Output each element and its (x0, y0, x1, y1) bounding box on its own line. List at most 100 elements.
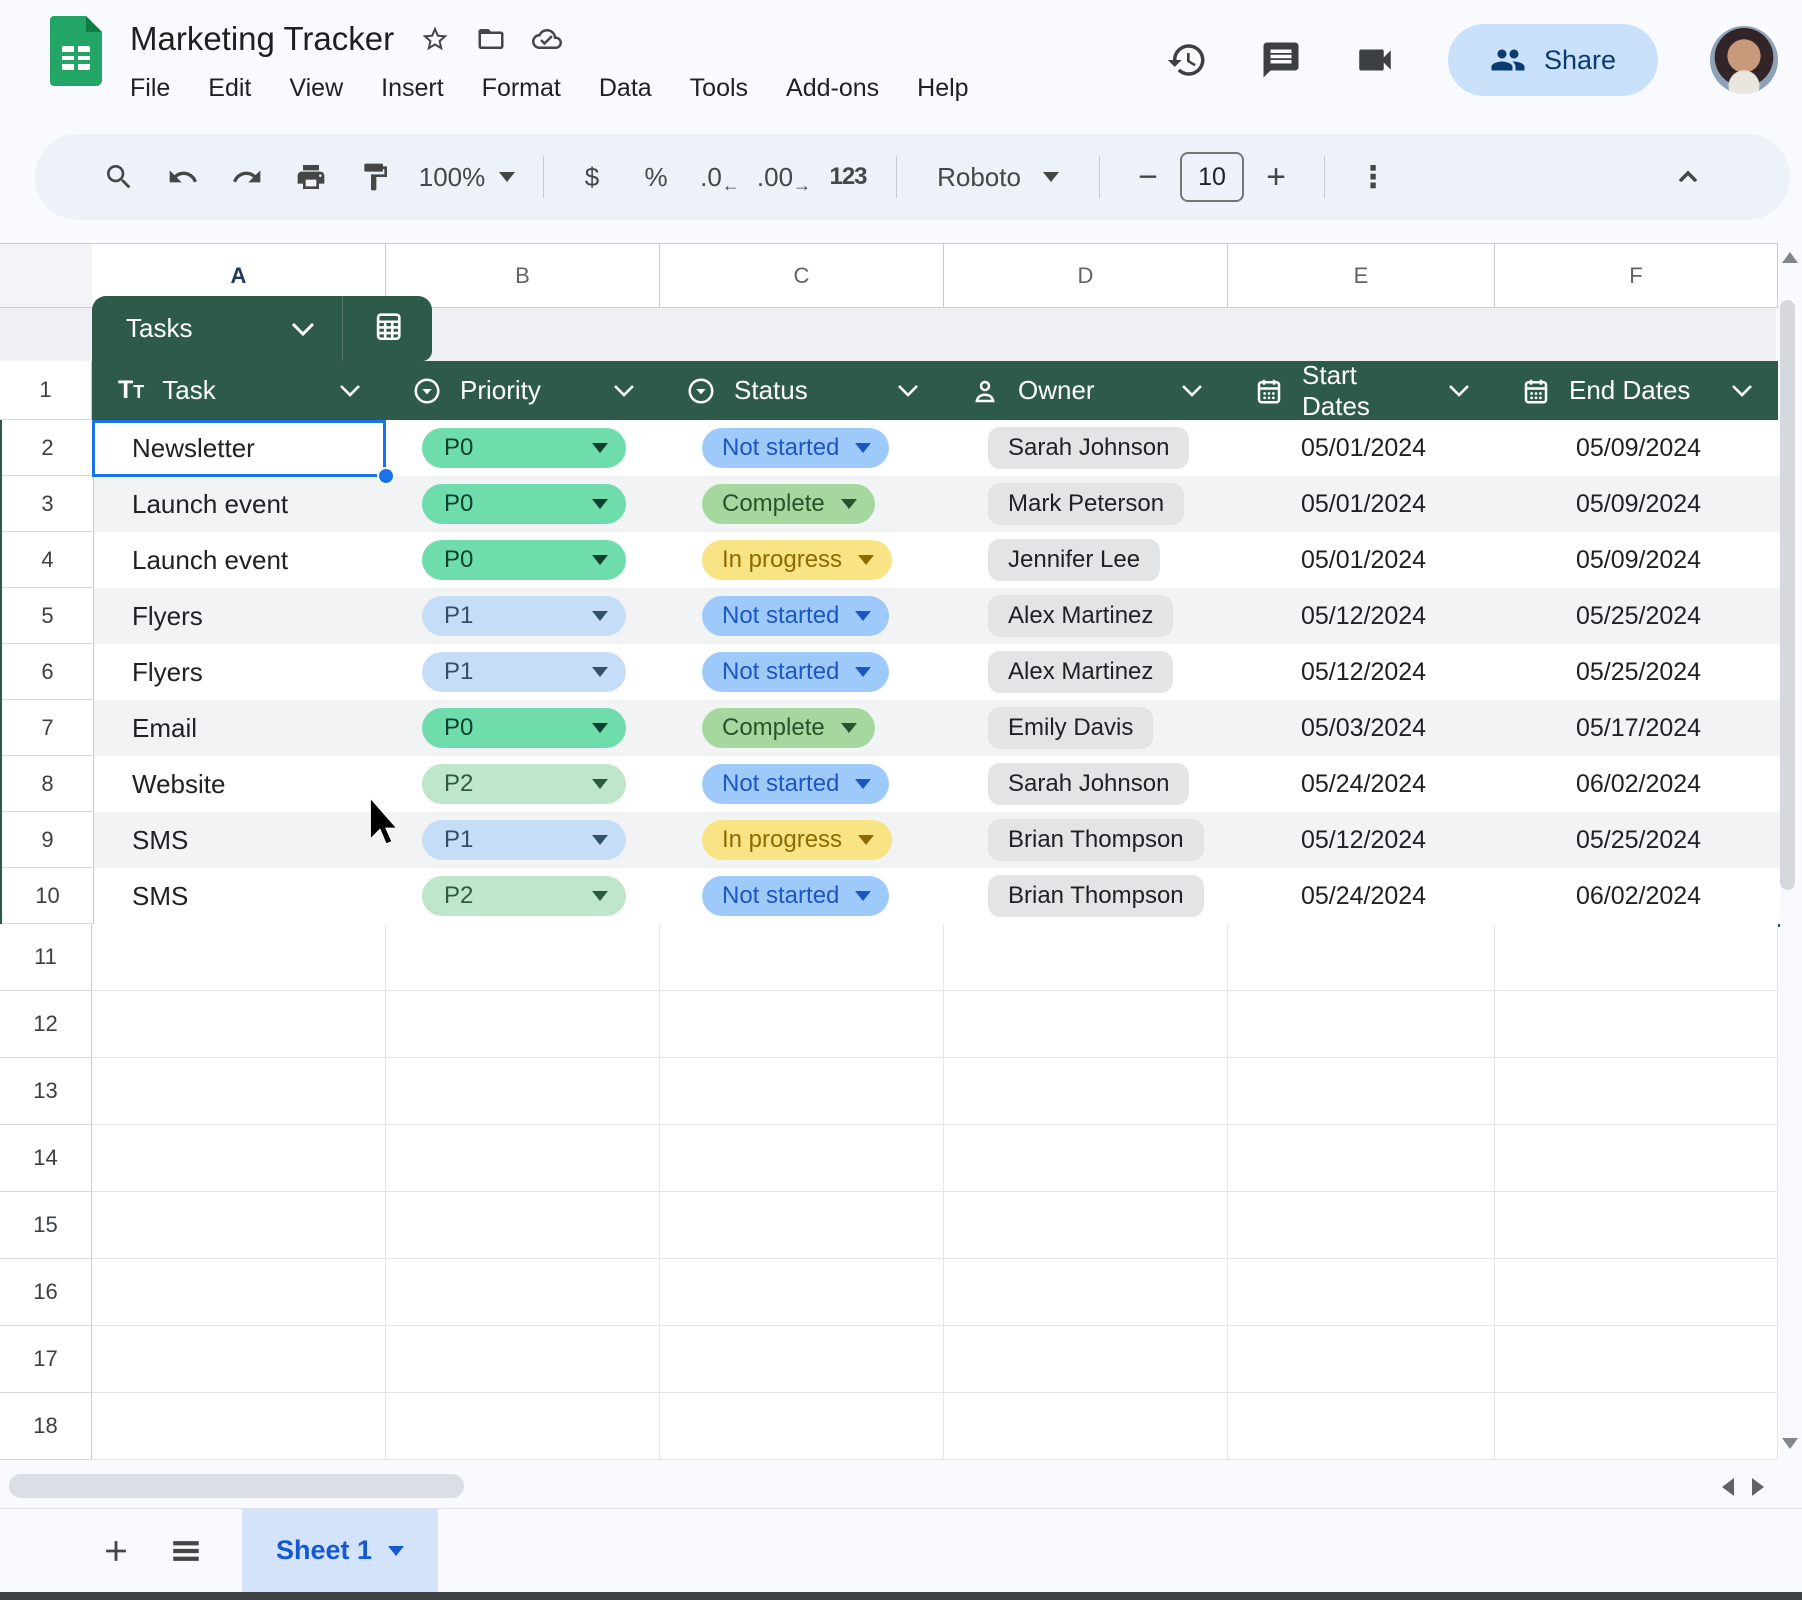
cell-task[interactable]: Website (94, 756, 388, 812)
row-header-15[interactable]: 15 (0, 1192, 92, 1259)
priority-dropdown[interactable]: P1 (422, 652, 626, 692)
empty-cell[interactable] (660, 1393, 944, 1460)
owner-chip[interactable]: Jennifer Lee (946, 532, 1230, 588)
empty-cell[interactable] (92, 1058, 386, 1125)
empty-cell[interactable] (386, 1125, 660, 1192)
empty-cell[interactable] (660, 1192, 944, 1259)
priority-chip[interactable]: P2 (388, 868, 662, 924)
cell-end-date[interactable]: 05/25/2024 (1497, 812, 1780, 868)
row-header-12[interactable]: 12 (0, 991, 92, 1058)
empty-cell[interactable] (92, 991, 386, 1058)
video-call-icon[interactable] (1354, 39, 1396, 81)
priority-chip[interactable]: P1 (388, 812, 662, 868)
row-header-17[interactable]: 17 (0, 1326, 92, 1393)
cell-end-date[interactable]: 05/17/2024 (1497, 700, 1780, 756)
empty-cell[interactable] (944, 1326, 1228, 1393)
empty-cell[interactable] (386, 1192, 660, 1259)
scroll-left-arrow[interactable] (1722, 1478, 1734, 1496)
empty-cell[interactable] (660, 1058, 944, 1125)
empty-cell[interactable] (660, 1259, 944, 1326)
add-sheet-icon[interactable] (92, 1527, 140, 1575)
empty-cell[interactable] (92, 1393, 386, 1460)
row-header-2[interactable]: 2 (2, 420, 94, 476)
row-header-4[interactable]: 4 (2, 532, 94, 588)
cell-start-date[interactable]: 05/01/2024 (1230, 476, 1497, 532)
cell-end-date[interactable]: 05/09/2024 (1497, 476, 1780, 532)
zoom-control[interactable]: 100% (407, 147, 527, 207)
comment-icon[interactable] (1260, 39, 1302, 81)
empty-cell[interactable] (386, 1058, 660, 1125)
search-icon[interactable] (87, 147, 151, 207)
status-dropdown[interactable]: Complete (702, 484, 875, 524)
font-size-field[interactable]: 10 (1180, 152, 1244, 202)
paint-format-icon[interactable] (343, 147, 407, 207)
row-header-18[interactable]: 18 (0, 1393, 92, 1460)
priority-dropdown[interactable]: P2 (422, 764, 626, 804)
status-dropdown[interactable]: In progress (702, 820, 892, 860)
column-header-E[interactable]: E (1228, 243, 1495, 308)
cell-start-date[interactable]: 05/12/2024 (1230, 644, 1497, 700)
sheets-logo-icon[interactable] (50, 16, 102, 86)
priority-dropdown[interactable]: P0 (422, 484, 626, 524)
priority-chip[interactable]: P0 (388, 700, 662, 756)
empty-cell[interactable] (944, 924, 1228, 991)
status-dropdown[interactable]: Not started (702, 596, 889, 636)
number-format-button[interactable]: 123 (816, 147, 880, 207)
decrease-font-size-button[interactable]: − (1116, 147, 1180, 207)
table-view-button[interactable] (342, 296, 432, 361)
empty-cell[interactable] (1228, 1393, 1495, 1460)
priority-dropdown[interactable]: P0 (422, 708, 626, 748)
empty-cell[interactable] (92, 1192, 386, 1259)
column-header-D[interactable]: D (944, 243, 1228, 308)
cell-end-date[interactable]: 05/25/2024 (1497, 644, 1780, 700)
table-header-priority[interactable]: Priority (386, 361, 660, 420)
cell-task[interactable]: Email (94, 700, 388, 756)
status-chip[interactable]: Not started (662, 588, 946, 644)
cell-end-date[interactable]: 06/02/2024 (1497, 868, 1780, 924)
row-header-11[interactable]: 11 (0, 924, 92, 991)
status-dropdown[interactable]: Complete (702, 708, 875, 748)
status-dropdown[interactable]: Not started (702, 652, 889, 692)
empty-cell[interactable] (1228, 1058, 1495, 1125)
empty-cell[interactable] (1228, 1326, 1495, 1393)
cell-task[interactable]: Flyers (94, 644, 388, 700)
empty-cell[interactable] (1228, 1125, 1495, 1192)
menu-insert[interactable]: Insert (381, 74, 444, 103)
empty-cell[interactable] (944, 1393, 1228, 1460)
print-icon[interactable] (279, 147, 343, 207)
empty-cell[interactable] (944, 1192, 1228, 1259)
cell-end-date[interactable]: 05/09/2024 (1497, 532, 1780, 588)
priority-chip[interactable]: P0 (388, 420, 662, 476)
owner-chip[interactable]: Brian Thompson (946, 868, 1230, 924)
table-header-owner[interactable]: Owner (944, 361, 1228, 420)
row-header-13[interactable]: 13 (0, 1058, 92, 1125)
empty-cell[interactable] (944, 1259, 1228, 1326)
user-avatar[interactable] (1710, 26, 1778, 94)
empty-cell[interactable] (944, 1058, 1228, 1125)
share-button[interactable]: Share (1448, 24, 1658, 96)
status-chip[interactable]: Not started (662, 868, 946, 924)
increase-font-size-button[interactable]: + (1244, 147, 1308, 207)
status-chip[interactable]: In progress (662, 532, 946, 588)
menu-view[interactable]: View (289, 74, 343, 103)
status-dropdown[interactable]: In progress (702, 540, 892, 580)
all-sheets-icon[interactable] (162, 1527, 210, 1575)
empty-cell[interactable] (1495, 991, 1778, 1058)
owner-chip[interactable]: Alex Martinez (946, 588, 1230, 644)
status-chip[interactable]: Not started (662, 420, 946, 476)
status-dropdown[interactable]: Not started (702, 876, 889, 916)
status-chip[interactable]: Complete (662, 700, 946, 756)
status-chip[interactable]: Complete (662, 476, 946, 532)
row-header-7[interactable]: 7 (2, 700, 94, 756)
cell-task[interactable]: Launch event (94, 476, 388, 532)
status-dropdown[interactable]: Not started (702, 428, 889, 468)
cell-end-date[interactable]: 06/02/2024 (1497, 756, 1780, 812)
percent-format-button[interactable]: % (624, 147, 688, 207)
row-header-1[interactable]: 1 (0, 361, 92, 420)
status-chip[interactable]: Not started (662, 644, 946, 700)
cell-task[interactable]: Flyers (94, 588, 388, 644)
scroll-down-arrow[interactable] (1782, 1438, 1798, 1449)
owner-chip[interactable]: Brian Thompson (946, 812, 1230, 868)
table-header-end-dates[interactable]: End Dates (1495, 361, 1778, 420)
empty-cell[interactable] (944, 991, 1228, 1058)
